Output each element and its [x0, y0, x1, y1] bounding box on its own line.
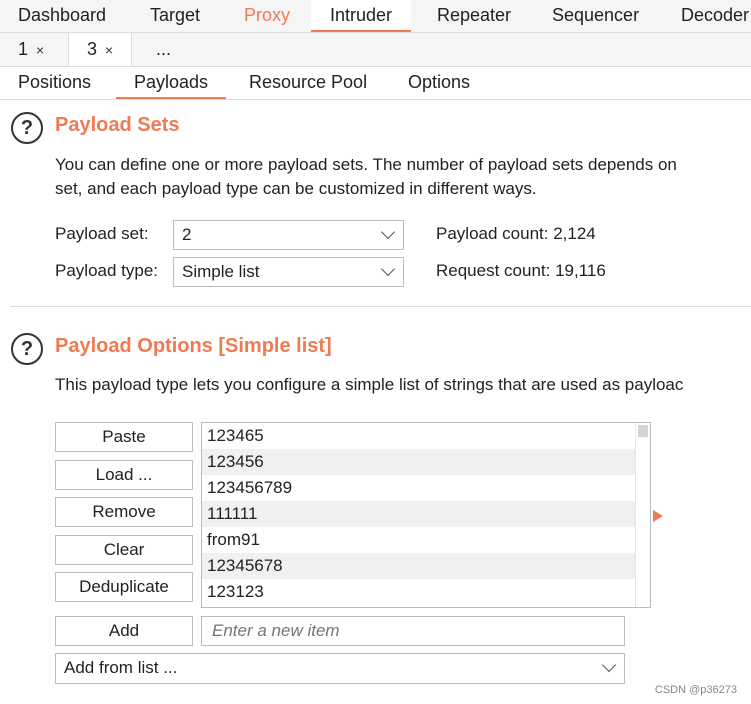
section-divider	[10, 306, 751, 307]
payload-type-value: Simple list	[182, 262, 260, 281]
help-icon[interactable]: ?	[11, 333, 43, 365]
tab-proxy[interactable]: Proxy	[244, 0, 290, 30]
attack-tab-label: 1	[18, 39, 29, 59]
expand-arrow-icon[interactable]	[653, 510, 663, 522]
payload-type-label: Payload type:	[55, 261, 159, 280]
payload-sets-title: Payload Sets	[55, 114, 180, 136]
load-button[interactable]: Load ...	[55, 460, 193, 490]
payload-list[interactable]: 123465 123456 123456789 111111 from91 12…	[201, 422, 651, 608]
attack-tab-more[interactable]: ...	[156, 33, 171, 66]
attack-tab-label: 3	[87, 39, 98, 59]
payload-set-value: 2	[182, 225, 192, 244]
payload-type-select[interactable]: Simple list	[173, 257, 404, 287]
list-item[interactable]: 111111	[202, 501, 638, 527]
payload-set-label: Payload set:	[55, 224, 149, 243]
attack-tab-1[interactable]: 1 ×	[0, 33, 62, 66]
intruder-tabs: Positions Payloads Resource Pool Options	[0, 67, 751, 100]
payload-sets-description-line1: You can define one or more payload sets.…	[55, 155, 677, 174]
payload-options-title: Payload Options [Simple list]	[55, 335, 332, 357]
tab-payloads[interactable]: Payloads	[116, 67, 227, 99]
payload-sets-description-line2: set, and each payload type can be custom…	[55, 179, 537, 198]
add-button[interactable]: Add	[55, 616, 193, 646]
chevron-down-icon	[380, 224, 396, 240]
payload-set-select[interactable]: 2	[173, 220, 404, 250]
clear-button[interactable]: Clear	[55, 535, 193, 565]
tab-dashboard[interactable]: Dashboard	[18, 0, 106, 30]
attack-tabs: 1 × 3 × ...	[0, 33, 751, 67]
request-count: Request count: 19,116	[436, 261, 606, 280]
help-icon[interactable]: ?	[11, 112, 43, 144]
remove-button[interactable]: Remove	[55, 497, 193, 527]
tab-target[interactable]: Target	[150, 0, 200, 30]
add-from-list-value: Add from list ...	[64, 658, 178, 677]
close-icon[interactable]: ×	[36, 42, 44, 58]
deduplicate-button[interactable]: Deduplicate	[55, 572, 193, 602]
top-nav: Dashboard Target Proxy Intruder Repeater…	[0, 0, 751, 33]
chevron-down-icon	[380, 261, 396, 277]
list-item[interactable]: 123456789	[202, 475, 638, 501]
attack-tab-3[interactable]: 3 ×	[68, 33, 133, 66]
list-item[interactable]: 123456	[202, 449, 638, 475]
tab-sequencer[interactable]: Sequencer	[552, 0, 639, 30]
new-item-input[interactable]	[201, 616, 625, 646]
chevron-down-icon	[601, 657, 617, 673]
tab-decoder[interactable]: Decoder	[681, 0, 749, 30]
list-item[interactable]: from91	[202, 527, 638, 553]
payload-count: Payload count: 2,124	[436, 224, 596, 243]
tab-intruder[interactable]: Intruder	[311, 0, 412, 32]
list-scrollbar[interactable]	[635, 423, 650, 607]
tab-options[interactable]: Options	[408, 67, 470, 97]
list-item[interactable]: 123123	[202, 579, 638, 605]
add-from-list-select[interactable]: Add from list ...	[55, 653, 625, 684]
tab-positions[interactable]: Positions	[18, 67, 91, 97]
close-icon[interactable]: ×	[105, 42, 113, 58]
tab-repeater[interactable]: Repeater	[437, 0, 511, 30]
list-item[interactable]: 12345678	[202, 553, 638, 579]
list-item[interactable]: 123465	[202, 423, 638, 449]
tab-resource-pool[interactable]: Resource Pool	[249, 67, 367, 97]
scrollbar-thumb[interactable]	[638, 425, 648, 437]
paste-button[interactable]: Paste	[55, 422, 193, 452]
payload-options-description: This payload type lets you configure a s…	[55, 375, 684, 394]
watermark: CSDN @p36273	[654, 684, 737, 696]
